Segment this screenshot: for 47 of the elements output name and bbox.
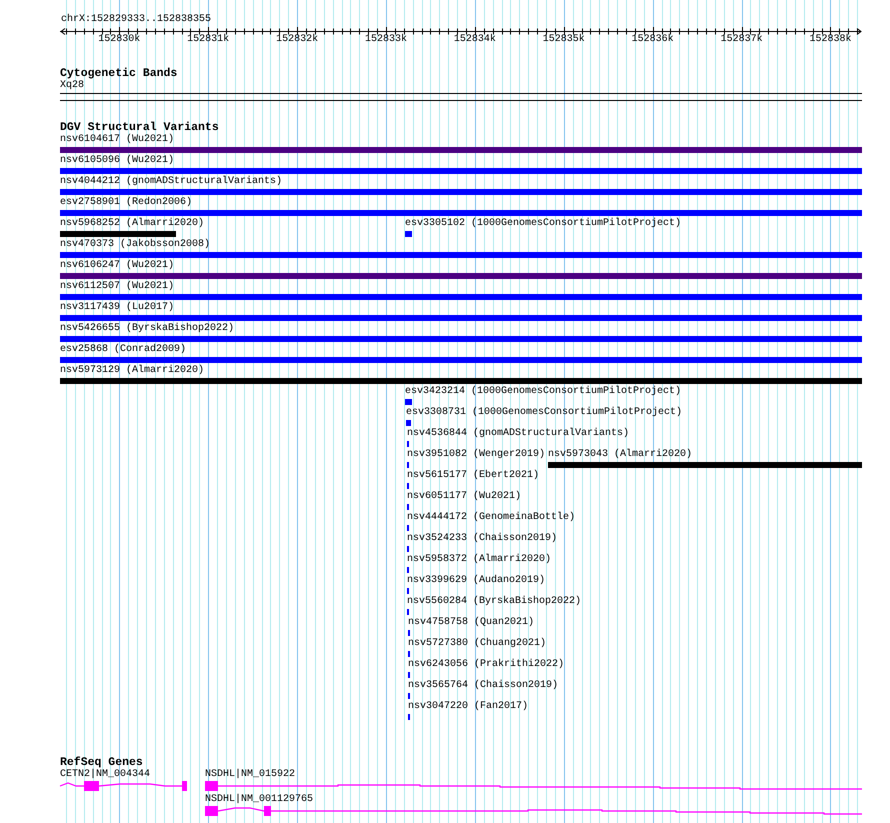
feature-label: nsv6105096 (Wu2021)	[60, 155, 174, 167]
track-title: RefSeq Genes	[60, 756, 143, 769]
feature-label: nsv4044212 (gnomADStructuralVariants)	[60, 176, 282, 188]
tick-label: 152832k	[275, 34, 320, 46]
tick-label: 152835k	[542, 34, 586, 46]
feature-label: nsv4444172 (GenomeinaBottle)	[407, 512, 576, 524]
feature-label: nsv6106247 (Wu2021)	[60, 260, 174, 272]
feature-label: nsv5560284 (ByrskaBishop2022)	[407, 596, 582, 608]
feature-label: esv3423214 (1000GenomesConsortiumPilotProject)	[405, 386, 682, 398]
band-label: Xq28	[60, 80, 84, 92]
feature-label: nsv4536844 (gnomADStructuralVariants)	[407, 428, 630, 440]
feature-label: nsv5615177 (Ebert2021)	[407, 470, 540, 482]
feature-label: nsv3117439 (Lu2017)	[60, 302, 174, 314]
feature-label: nsv3524233 (Chaisson2019)	[407, 533, 558, 545]
feature-label: nsv470373 (Jakobsson2008)	[60, 239, 210, 251]
feature-label: nsv5973043 (Almarri2020)	[548, 449, 692, 461]
track-title: Cytogenetic Bands	[60, 67, 178, 80]
tick-label: 152831k	[186, 34, 230, 46]
feature-label: nsv6104617 (Wu2021)	[60, 134, 174, 146]
feature-label: esv2758901 (Redon2006)	[60, 197, 192, 209]
feature-label: nsv5973129 (Almarri2020)	[60, 365, 204, 377]
gene-label: NSDHL|NM_015922	[205, 769, 296, 781]
feature-label: nsv3565764 (Chaisson2019)	[408, 680, 558, 692]
feature-label: nsv5958372 (Almarri2020)	[407, 554, 552, 566]
feature-label: nsv6243056 (Prakrithi2022)	[408, 659, 564, 671]
feature-label: nsv3047220 (Fan2017)	[408, 701, 528, 713]
feature-label: nsv5968252 (Almarri2020)	[60, 218, 204, 230]
tick-label: 152830k	[97, 34, 142, 46]
tick-label: 152834k	[452, 34, 497, 46]
track-title: DGV Structural Variants	[60, 121, 219, 134]
feature-label: nsv6112507 (Wu2021)	[60, 281, 174, 293]
tick-label: 152838k	[808, 34, 852, 46]
feature-label: nsv3399629 (Audano2019)	[407, 575, 546, 587]
feature-label: nsv5426655 (ByrskaBishop2022)	[60, 323, 234, 335]
feature-label: nsv5727380 (Chuang2021)	[408, 638, 546, 650]
gene-label: NSDHL|NM_001129765	[205, 794, 314, 806]
gene-label: CETN2|NM_004344	[60, 769, 150, 781]
feature-label: esv3305102 (1000GenomesConsortiumPilotProject)	[405, 218, 682, 230]
feature-label: esv3308731 (1000GenomesConsortiumPilotProject)	[406, 407, 682, 419]
feature-label: nsv6051177 (Wu2021)	[407, 491, 522, 503]
tick-label: 152833k	[364, 34, 408, 46]
feature-label: nsv3951082 (Wenger2019)	[407, 449, 546, 461]
feature-label: esv25868 (Conrad2009)	[60, 344, 186, 356]
feature-label: nsv4758758 (Quan2021)	[408, 617, 534, 629]
tick-label: 152837k	[720, 34, 764, 46]
location-label: chrX:152829333..152838355	[61, 14, 212, 26]
tick-label: 152836k	[630, 34, 675, 46]
